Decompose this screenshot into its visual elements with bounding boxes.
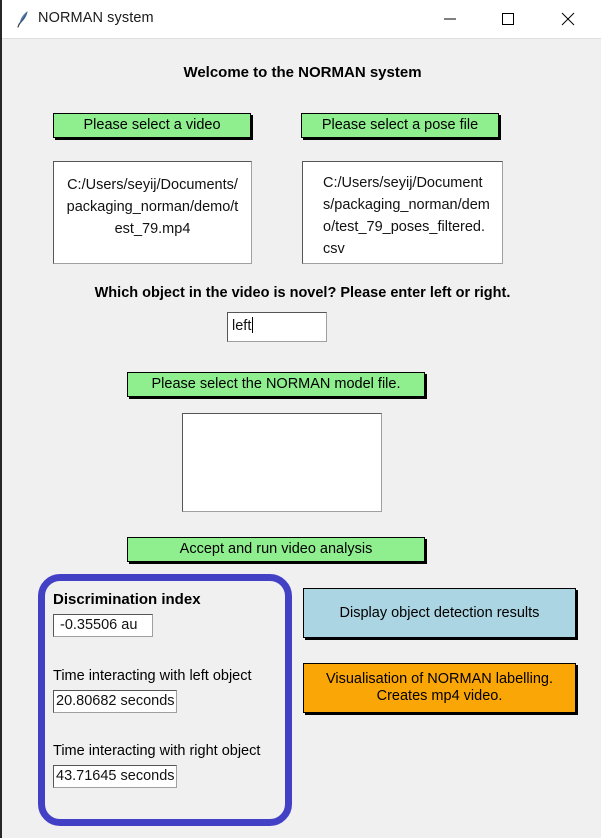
novel-object-input[interactable]: left xyxy=(227,312,327,342)
minimize-button[interactable] xyxy=(427,0,473,38)
maximize-button[interactable] xyxy=(485,0,531,38)
left-object-time-value: 20.80682 seconds xyxy=(53,690,177,713)
novel-object-question: Which object in the video is novel? Plea… xyxy=(94,285,511,301)
visualisation-button-line1: Visualisation of NORMAN labelling. xyxy=(325,671,553,688)
welcome-heading: Welcome to the NORMAN system xyxy=(183,64,422,81)
text-caret xyxy=(252,317,254,333)
visualisation-button[interactable]: Visualisation of NORMAN labelling. Creat… xyxy=(303,663,576,713)
discrimination-index-label: Discrimination index xyxy=(53,591,201,608)
select-pose-file-button[interactable]: Please select a pose file xyxy=(301,113,499,138)
model-path-display xyxy=(182,413,382,512)
window-title: NORMAN system xyxy=(38,10,154,26)
close-button[interactable] xyxy=(545,0,591,38)
title-bar: NORMAN system xyxy=(2,0,601,39)
video-path-display: C:/Users/seyij/Documents/packaging_norma… xyxy=(53,161,252,264)
select-video-button[interactable]: Please select a video xyxy=(53,113,251,138)
select-model-file-button[interactable]: Please select the NORMAN model file. xyxy=(127,372,425,397)
left-object-time-label: Time interacting with left object xyxy=(53,668,252,684)
right-object-time-label: Time interacting with right object xyxy=(53,743,261,759)
accept-and-run-button[interactable]: Accept and run video analysis xyxy=(127,537,425,562)
app-window: NORMAN system Welcome to the NORMAN syst… xyxy=(0,0,601,838)
discrimination-index-value: -0.35506 au xyxy=(53,614,153,637)
display-detection-results-button[interactable]: Display object detection results xyxy=(303,588,576,638)
feather-icon xyxy=(13,9,33,29)
novel-object-value: left xyxy=(232,318,252,334)
right-object-time-value: 43.71645 seconds xyxy=(53,765,177,788)
pose-path-display: C:/Users/seyij/Documents/packaging_norma… xyxy=(302,161,503,264)
visualisation-button-line2: Creates mp4 video. xyxy=(376,688,503,704)
